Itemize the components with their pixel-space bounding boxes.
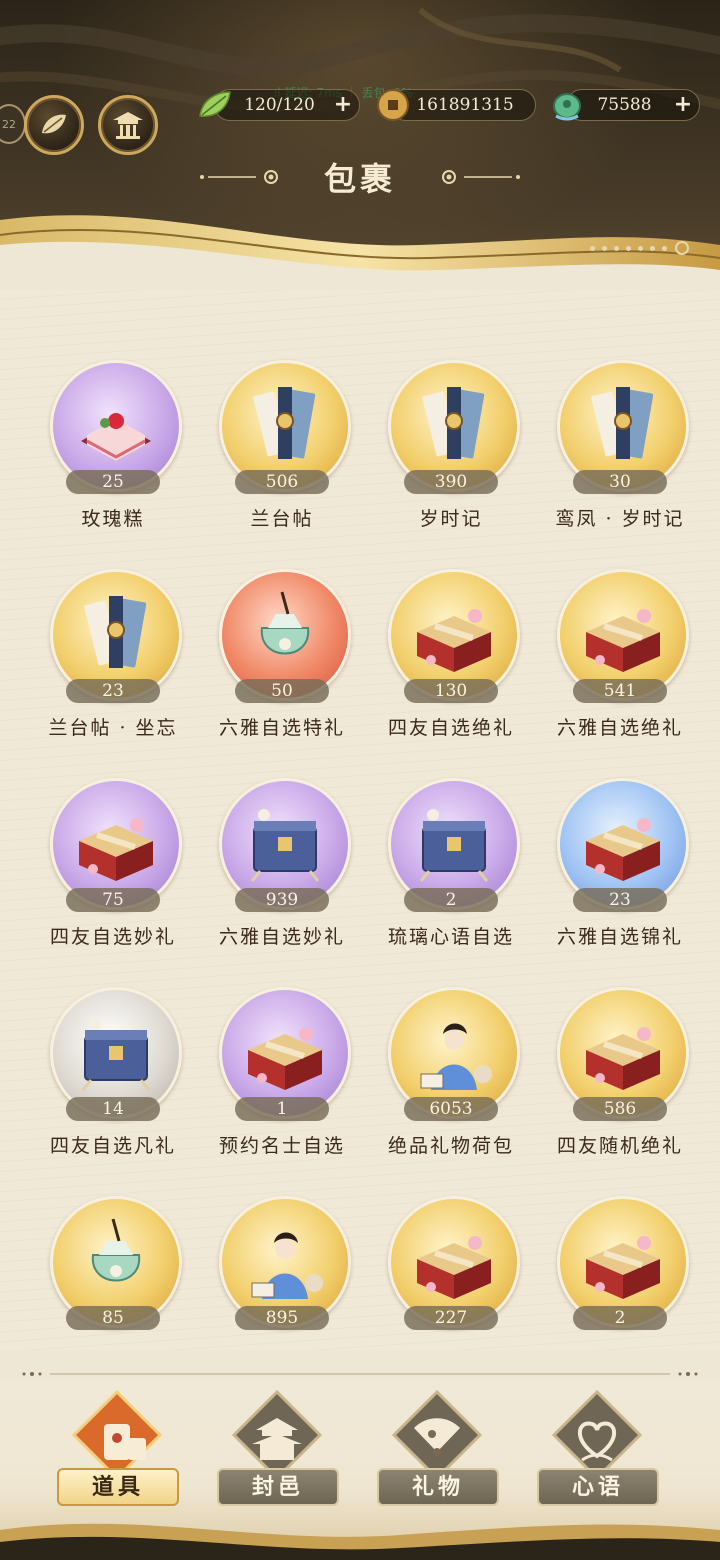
tab-label: 心语 xyxy=(537,1468,659,1506)
leaf-icon xyxy=(42,114,66,134)
item-count: 2 xyxy=(573,1306,667,1330)
tab-gifts[interactable]: 礼物 xyxy=(372,1390,502,1506)
title-row: 包裹 xyxy=(0,152,720,202)
item-count: 227 xyxy=(404,1306,498,1330)
tab-fief[interactable]: 封邑 xyxy=(212,1390,342,1506)
item-name: 四友随机绝礼 xyxy=(556,1135,683,1157)
item-count: 390 xyxy=(404,470,498,494)
nav-divider xyxy=(22,1372,698,1376)
item-name: 兰台帖 · 坐忘 xyxy=(48,717,178,739)
item-count: 541 xyxy=(573,679,667,703)
top-header: 22 ıl 延迟: 7ms ｜ 丢包: 0% 120/120 + 1618913… xyxy=(0,0,720,290)
inventory-item[interactable]: 939 六雅自选妙礼 xyxy=(202,778,362,968)
fan-icon xyxy=(392,1390,482,1480)
item-name: 玫瑰糕 xyxy=(81,508,145,530)
item-count: 30 xyxy=(573,470,667,494)
item-count: 75 xyxy=(66,888,160,912)
stamina-add-button[interactable]: + xyxy=(332,94,354,116)
inventory-item[interactable]: 227 xyxy=(371,1196,531,1386)
inventory-item[interactable]: 23 兰台帖 · 坐忘 xyxy=(33,569,193,759)
item-name: 绝品礼物荷包 xyxy=(387,1135,514,1157)
item-count: 939 xyxy=(235,888,329,912)
palace-icon xyxy=(232,1390,322,1480)
inventory-item[interactable]: 895 xyxy=(202,1196,362,1386)
title-ornament-left xyxy=(199,170,278,184)
item-name: 预约名士自选 xyxy=(218,1135,345,1157)
item-name: 四友自选凡礼 xyxy=(49,1135,176,1157)
item-name: 岁时记 xyxy=(419,508,483,530)
inventory-item[interactable]: 14 四友自选凡礼 xyxy=(33,987,193,1177)
inventory-item[interactable]: 130 四友自选绝礼 xyxy=(371,569,531,759)
item-name: 琉璃心语自选 xyxy=(387,926,514,948)
jade-counter: 75588 + xyxy=(566,89,700,121)
title-ornament-right xyxy=(442,170,520,184)
item-count: 23 xyxy=(66,679,160,703)
item-count: 2 xyxy=(404,888,498,912)
item-count: 25 xyxy=(66,470,160,494)
inventory-item[interactable]: 6053 绝品礼物荷包 xyxy=(371,987,531,1177)
stamina-counter: 120/120 + xyxy=(214,89,360,121)
item-count: 130 xyxy=(404,679,498,703)
items-icon xyxy=(72,1390,162,1480)
item-name: 兰台帖 xyxy=(250,508,314,530)
item-name: 四友自选绝礼 xyxy=(387,717,514,739)
inventory-item[interactable]: 30 鸾凤 · 岁时记 xyxy=(540,360,700,550)
item-count: 6053 xyxy=(404,1097,498,1121)
item-name: 六雅自选特礼 xyxy=(218,717,345,739)
tab-heart-words[interactable]: 心语 xyxy=(532,1390,662,1506)
item-count: 14 xyxy=(66,1097,160,1121)
tab-label: 封邑 xyxy=(217,1468,339,1506)
tab-label: 礼物 xyxy=(377,1468,499,1506)
inventory-item[interactable]: 85 xyxy=(33,1196,193,1386)
item-name: 六雅自选绝礼 xyxy=(556,717,683,739)
copper-coin-icon xyxy=(377,89,409,121)
inventory-item[interactable]: 541 六雅自选绝礼 xyxy=(540,569,700,759)
stamina-leaf-icon xyxy=(199,91,231,117)
inventory-item[interactable]: 50 六雅自选特礼 xyxy=(202,569,362,759)
page-title: 包裹 xyxy=(323,160,396,198)
item-count: 23 xyxy=(573,888,667,912)
inventory-item[interactable]: 1 预约名士自选 xyxy=(202,987,362,1177)
item-count: 895 xyxy=(235,1306,329,1330)
item-count: 506 xyxy=(235,470,329,494)
tab-items[interactable]: 道具 xyxy=(52,1390,182,1506)
inventory-item[interactable]: 75 四友自选妙礼 xyxy=(33,778,193,968)
leaf-menu-button[interactable] xyxy=(24,95,84,155)
inventory-item[interactable]: 506 兰台帖 xyxy=(202,360,362,550)
item-count: 50 xyxy=(235,679,329,703)
bottom-tab-bar: 道具 封邑 礼物 心语 xyxy=(0,1380,720,1560)
inventory-item[interactable]: 23 六雅自选锦礼 xyxy=(540,778,700,968)
inventory-panel: 25 玫瑰糕 506 兰台帖 390 岁时记 30 鸾凤 · 岁时记 23 兰台帖 · 坐… xyxy=(0,290,720,1350)
item-name: 六雅自选锦礼 xyxy=(556,926,683,948)
item-name: 鸾凤 · 岁时记 xyxy=(555,508,685,530)
header-dots-decoration xyxy=(590,240,690,256)
pavilion-menu-button[interactable] xyxy=(98,95,158,155)
heart-knot-icon xyxy=(552,1390,642,1480)
tab-label: 道具 xyxy=(57,1468,179,1506)
inventory-item[interactable]: 2 琉璃心语自选 xyxy=(371,778,531,968)
inventory-item[interactable]: 2 xyxy=(540,1196,700,1386)
inventory-item[interactable]: 586 四友随机绝礼 xyxy=(540,987,700,1177)
item-count: 1 xyxy=(235,1097,329,1121)
item-name: 四友自选妙礼 xyxy=(49,926,176,948)
jade-icon xyxy=(553,93,581,121)
item-count: 85 xyxy=(66,1306,160,1330)
pavilion-icon xyxy=(113,112,143,139)
jade-add-button[interactable]: + xyxy=(672,94,694,116)
coin-value: 161891315 xyxy=(416,95,514,115)
inventory-item[interactable]: 390 岁时记 xyxy=(371,360,531,550)
item-name: 六雅自选妙礼 xyxy=(218,926,345,948)
item-count: 586 xyxy=(573,1097,667,1121)
inventory-item[interactable]: 25 玫瑰糕 xyxy=(33,360,193,550)
